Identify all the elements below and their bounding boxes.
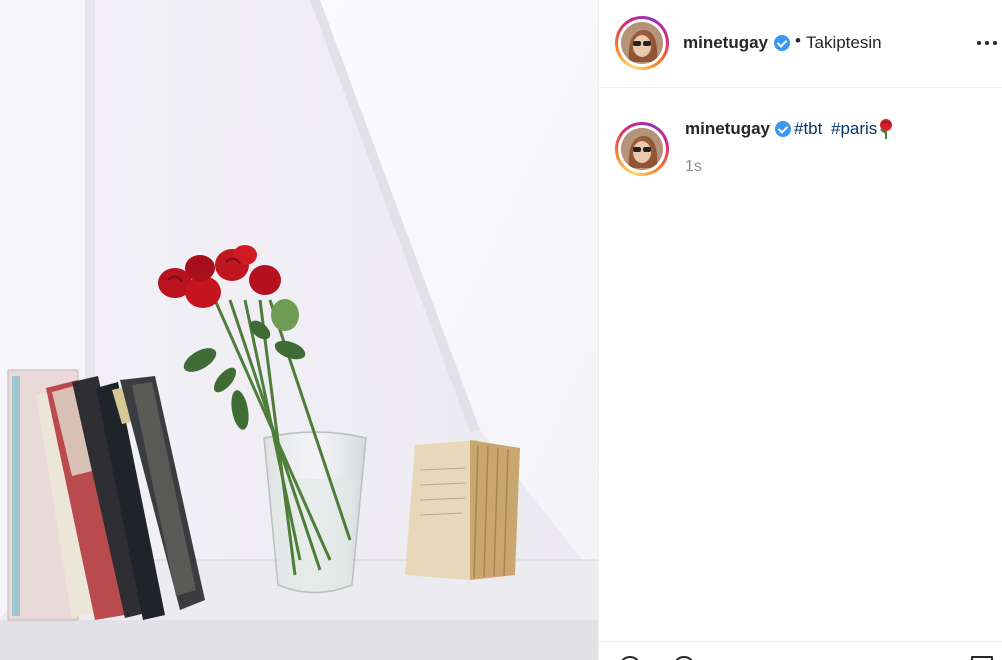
- shelf-still-life-image: [0, 0, 598, 660]
- post-side-panel: minetugay • Takiptesin minetugay #tbt #p…: [598, 0, 1002, 660]
- verified-badge-icon: [774, 35, 790, 51]
- avatar-photo: [621, 128, 663, 170]
- header-username[interactable]: minetugay: [683, 33, 768, 53]
- rose-icon: [880, 119, 892, 139]
- verified-badge-icon: [775, 121, 791, 137]
- follow-status[interactable]: Takiptesin: [806, 33, 882, 53]
- profile-avatar[interactable]: [615, 16, 669, 70]
- post-header: minetugay • Takiptesin: [599, 0, 1002, 88]
- avatar-photo: [621, 22, 663, 64]
- caption-avatar[interactable]: [615, 122, 669, 176]
- post-timestamp[interactable]: 1s: [685, 158, 702, 176]
- caption-username[interactable]: minetugay: [685, 119, 770, 139]
- hashtag-link[interactable]: #paris: [831, 119, 877, 139]
- hashtag-link[interactable]: #tbt: [794, 119, 822, 139]
- old-book: [405, 440, 520, 580]
- bookmark-icon[interactable]: [971, 656, 993, 660]
- heart-icon[interactable]: [619, 656, 641, 660]
- separator-dot: •: [795, 31, 801, 50]
- comment-icon[interactable]: [673, 656, 695, 660]
- post-photo[interactable]: [0, 0, 598, 660]
- more-options-icon[interactable]: [975, 30, 999, 54]
- post-actions-bar: [599, 641, 1002, 660]
